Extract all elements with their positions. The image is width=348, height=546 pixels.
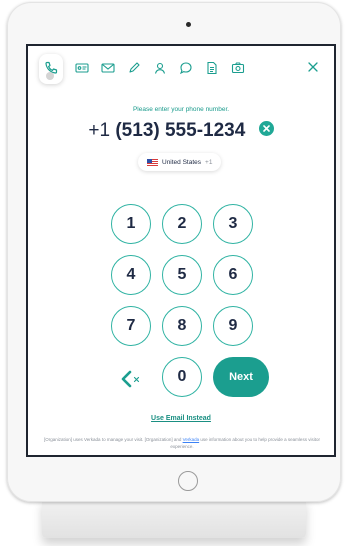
key-9[interactable]: 9 <box>213 306 253 346</box>
us-flag-icon <box>147 158 158 166</box>
phone-prompt: Please enter your phone number. <box>132 106 230 113</box>
key-5[interactable]: 5 <box>162 255 202 295</box>
use-email-link[interactable]: Use Email Instead <box>28 415 334 422</box>
phone-prefix: +1 <box>88 120 111 141</box>
person-icon[interactable] <box>151 59 169 77</box>
kiosk-screen: Please enter your phone number. +1 (513)… <box>26 44 336 457</box>
verkada-link[interactable]: Verkada <box>183 437 200 442</box>
home-button[interactable] <box>178 471 198 491</box>
document-icon[interactable] <box>203 59 221 77</box>
key-2[interactable]: 2 <box>162 204 202 244</box>
chat-icon[interactable] <box>177 59 195 77</box>
privacy-disclaimer: [Organization] uses Verkada to manage yo… <box>34 436 330 450</box>
disclaimer-text-1: [Organization] uses Verkada to manage yo… <box>44 437 183 442</box>
key-4[interactable]: 4 <box>111 255 151 295</box>
pen-icon[interactable] <box>125 59 143 77</box>
country-code: +1 <box>205 158 213 166</box>
key-6[interactable]: 6 <box>213 255 253 295</box>
next-button[interactable]: Next <box>213 357 269 397</box>
mail-icon[interactable] <box>99 59 117 77</box>
id-card-icon[interactable] <box>73 59 91 77</box>
front-camera <box>186 22 191 27</box>
phone-number-display: +1 (513) 555-1234 <box>28 120 334 142</box>
key-0[interactable]: 0 <box>162 357 202 397</box>
key-7[interactable]: 7 <box>111 306 151 346</box>
clear-circle-icon[interactable] <box>258 121 274 137</box>
phone-number: (513) 555-1234 <box>115 120 246 141</box>
key-3[interactable]: 3 <box>213 204 253 244</box>
country-name: United States <box>162 158 202 166</box>
close-icon[interactable] <box>306 60 320 74</box>
stand-base <box>42 498 306 538</box>
key-1[interactable]: 1 <box>111 204 151 244</box>
phone-icon[interactable] <box>39 54 63 84</box>
key-8[interactable]: 8 <box>162 306 202 346</box>
active-step-indicator <box>46 72 54 80</box>
camera-icon[interactable] <box>229 59 247 77</box>
backspace-icon[interactable] <box>117 364 147 394</box>
country-selector[interactable]: United States +1 <box>138 153 222 171</box>
step-icon-bar <box>28 46 334 96</box>
